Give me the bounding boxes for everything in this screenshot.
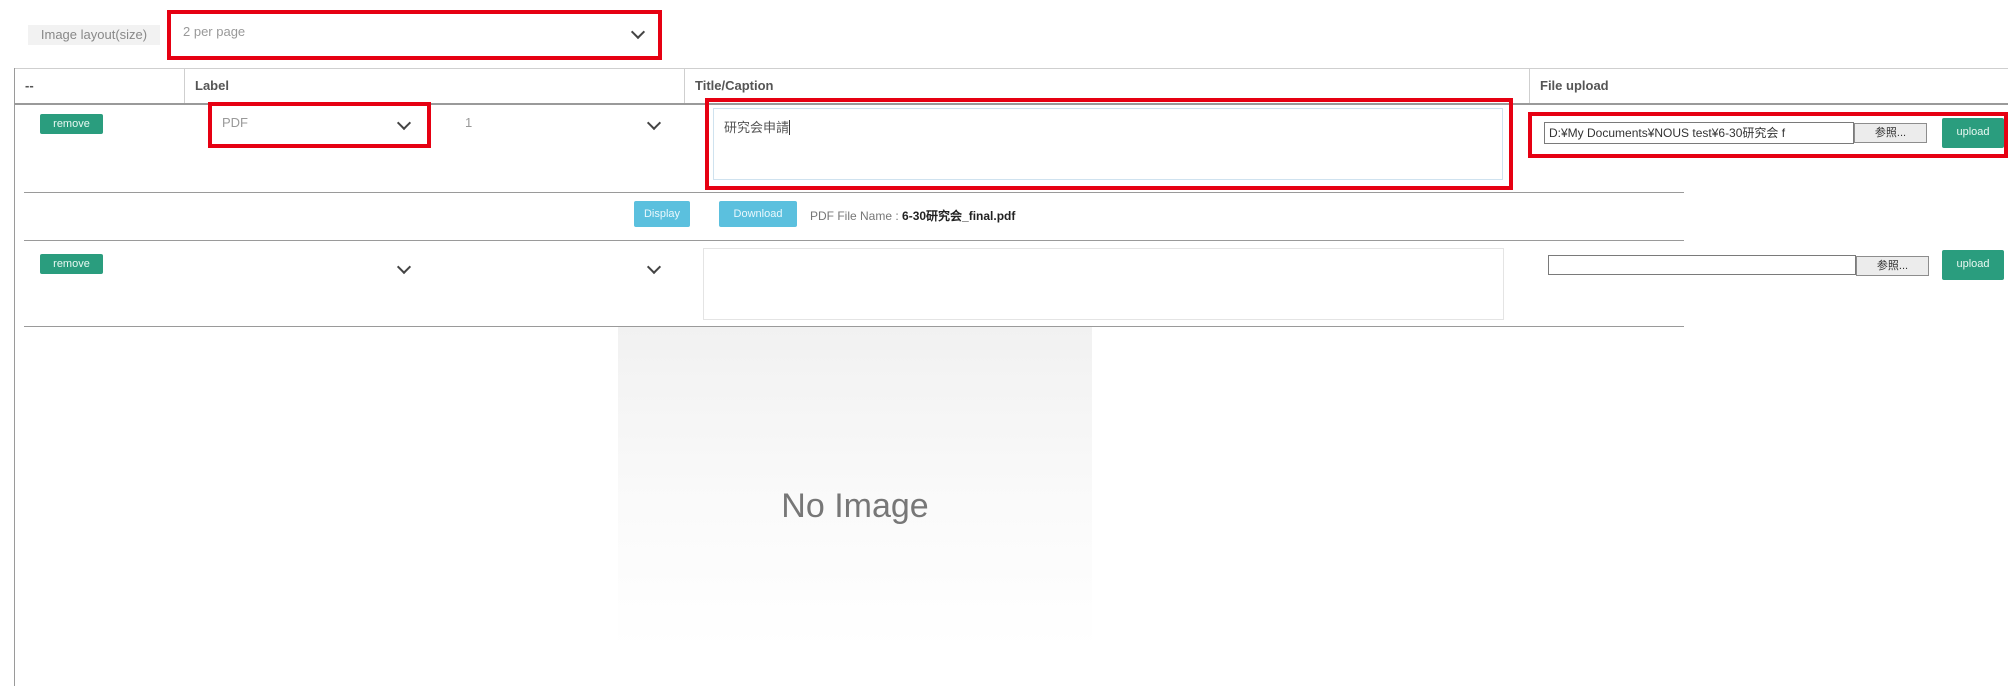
table-row: remove 参照... upload — [0, 242, 2008, 324]
header-label: Label — [184, 69, 684, 103]
table-row: remove PDF 1 研究会申請 D:¥My Documents¥NOUS … — [0, 98, 2008, 192]
layout-select[interactable]: 2 per page — [175, 19, 653, 49]
browse-button[interactable]: 参照... — [1854, 123, 1927, 143]
number-select-value: 1 — [465, 115, 473, 130]
chevron-down-icon — [396, 115, 412, 131]
display-button[interactable]: Display — [634, 201, 690, 227]
number-select[interactable]: 1 — [457, 110, 669, 140]
row-divider — [24, 240, 1684, 241]
no-image-text: No Image — [781, 487, 929, 525]
pdf-file-name-value: 6-30研究会_final.pdf — [902, 209, 1016, 223]
upload-button[interactable]: upload — [1942, 250, 2004, 280]
chevron-down-icon — [646, 115, 662, 131]
remove-button[interactable]: remove — [40, 254, 103, 274]
upload-button[interactable]: upload — [1942, 118, 2004, 148]
download-button[interactable]: Download — [719, 201, 797, 227]
caption-textarea[interactable] — [703, 248, 1504, 320]
image-preview-placeholder: No Image — [618, 327, 1092, 649]
header-control: -- — [14, 69, 184, 103]
row-divider — [24, 192, 1684, 193]
file-path-input[interactable]: D:¥My Documents¥NOUS test¥6-30研究会 f — [1544, 122, 1854, 144]
layout-select-value: 2 per page — [183, 24, 246, 39]
header-file-upload: File upload — [1529, 69, 2008, 103]
chevron-down-icon — [396, 259, 412, 275]
browse-button[interactable]: 参照... — [1856, 256, 1929, 276]
chevron-down-icon — [646, 259, 662, 275]
remove-button[interactable]: remove — [40, 114, 103, 134]
type-select[interactable]: PDF — [214, 110, 419, 140]
file-path-input[interactable] — [1548, 255, 1856, 275]
pdf-file-name: PDF File Name : 6-30研究会_final.pdf — [810, 207, 1015, 224]
number-select[interactable] — [455, 254, 669, 284]
caption-textarea[interactable]: 研究会申請 — [713, 108, 1503, 180]
type-select-value: PDF — [222, 115, 248, 130]
chevron-down-icon — [630, 24, 646, 40]
caption-text: 研究会申請 — [724, 120, 790, 135]
type-select[interactable] — [214, 254, 419, 284]
image-layout-label: Image layout(size) — [28, 25, 160, 45]
pdf-file-name-label: PDF File Name : — [810, 209, 899, 223]
